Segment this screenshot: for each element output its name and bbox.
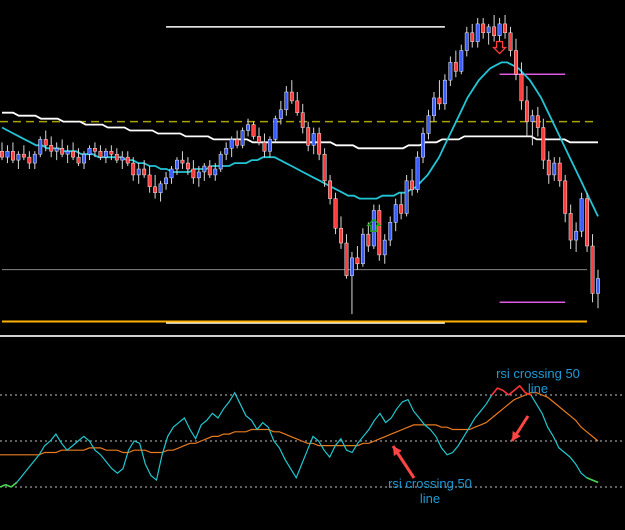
annotation-text: rsi crossing 50 line — [496, 366, 580, 396]
rsi-signal-line — [0, 392, 599, 456]
rsi-oversold-segment — [586, 477, 593, 481]
rsi-overbought-segment — [497, 387, 504, 392]
rsi-chart: rsi crossing 50 linersi crossing 50 line — [0, 366, 625, 506]
chart-window: rsi crossing 50 line rsi crossing 50 line — [0, 0, 625, 530]
rsi-overbought-segment — [513, 385, 521, 392]
rsi-line — [0, 384, 599, 488]
rsi-overbought-segment — [491, 387, 499, 396]
annotation-text: rsi crossing 50 line — [388, 476, 472, 506]
rsi-oversold-segment — [10, 481, 18, 488]
rsi-overbought-segment — [502, 389, 510, 396]
rsi-oversold-segment — [592, 479, 599, 484]
rsi-overbought-segment — [508, 389, 515, 396]
annotation-line: line — [528, 381, 548, 396]
rsi-oversold-segment — [0, 483, 6, 488]
annotation-line: rsi crossing 50 — [388, 476, 472, 491]
annotation-line: rsi crossing 50 — [496, 366, 580, 381]
rsi-overbought-segment — [519, 385, 526, 394]
annotation-line: line — [420, 491, 440, 506]
